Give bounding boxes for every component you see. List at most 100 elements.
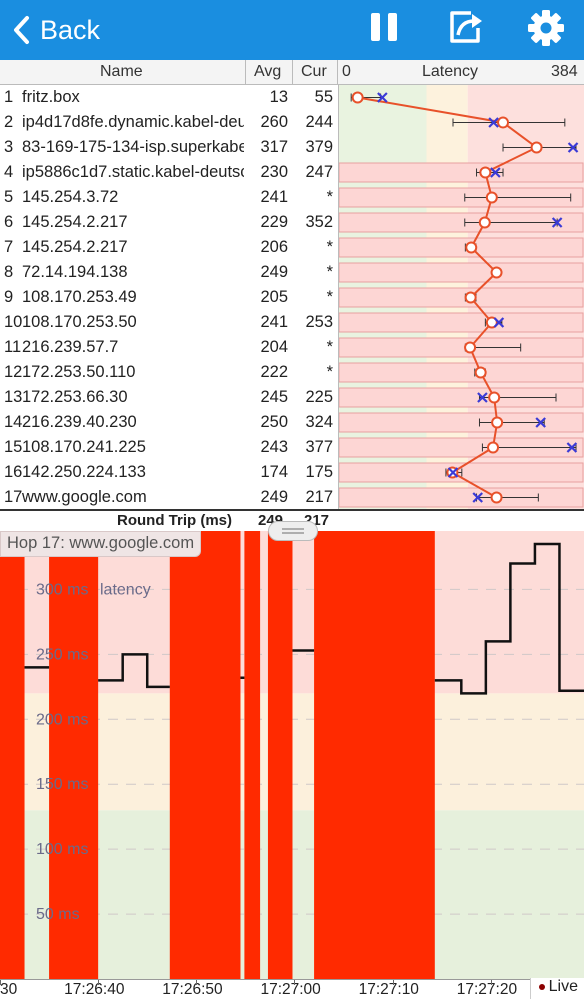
hop-avg-latency: 317 (260, 138, 288, 156)
latency-max-label: 384 (551, 63, 578, 80)
column-header-cur[interactable]: Cur (301, 63, 327, 81)
avg-latency-marker (491, 416, 504, 429)
hop-current-latency: 377 (305, 438, 333, 456)
hop-avg-latency: 243 (260, 438, 288, 456)
hop-number: 14 (4, 413, 23, 431)
hop-hostname: 72.14.194.138 (22, 263, 128, 281)
packet-loss-row-bar (338, 412, 584, 433)
packet-loss-row-bar (338, 162, 584, 183)
hop-current-latency: 379 (305, 138, 333, 156)
hop-avg-latency: 206 (260, 238, 288, 256)
x-tick-mark (294, 980, 296, 985)
hop-current-latency: 175 (305, 463, 333, 481)
hop-number: 15 (4, 438, 23, 456)
y-tick-label: 200 ms (36, 711, 88, 728)
pause-icon (371, 13, 397, 41)
hop-number: 16 (4, 463, 23, 481)
chevron-left-icon (14, 16, 29, 44)
avg-latency-marker (465, 241, 478, 254)
hop-latency-timeline[interactable]: 300 ms latency 250 ms 200 ms 150 ms 100 ms 50 … (0, 531, 584, 979)
hop-number: 8 (4, 263, 14, 281)
latency-range-chart (338, 85, 584, 509)
x-tick-label: 17:27:10 (358, 981, 419, 998)
column-divider (337, 60, 338, 84)
hop-number: 13 (4, 388, 23, 406)
time-axis: 30 17:26:40 17:26:50 17:27:00 17:27:10 17:27:… (0, 979, 584, 1000)
column-header-name[interactable]: Name (100, 63, 143, 81)
x-tick-label: 17:26:40 (64, 981, 125, 998)
packet-loss-bar (169, 531, 241, 979)
avg-latency-marker (487, 441, 500, 454)
avg-latency-marker (485, 191, 498, 204)
gear-icon (528, 10, 564, 46)
hop-number: 3 (4, 138, 14, 156)
y-tick-label: 50 ms (36, 906, 80, 923)
hop-number: 11 (4, 338, 22, 356)
hop-hostname: ip4d17d8fe.dynamic.kabel-deutschland.de (22, 113, 244, 131)
latency-min-label: 0 (342, 63, 351, 80)
share-button[interactable] (446, 8, 486, 48)
hop-hostname: 108.170.253.49 (22, 288, 137, 306)
packet-loss-row-bar (338, 362, 584, 383)
x-tick-label: 17:27:00 (260, 981, 321, 998)
column-header-avg[interactable]: Avg (254, 63, 281, 81)
grip-icon (282, 528, 304, 534)
avg-latency-marker (464, 341, 477, 354)
hop-number: 6 (4, 213, 14, 231)
hop-number: 12 (4, 363, 23, 381)
x-tick-label: 17:26:50 (162, 981, 223, 998)
hop-hostname: ip5886c1d7.static.kabel-deutschland.de (22, 163, 244, 181)
pause-button[interactable] (366, 8, 406, 48)
hop-current-latency: 253 (305, 313, 333, 331)
hop-hostname: 142.250.224.133 (22, 463, 146, 481)
hop-number: 4 (4, 163, 14, 181)
hop-hostname: 216.239.57.7 (22, 338, 119, 356)
x-tick-mark (98, 980, 100, 985)
avg-latency-marker (490, 266, 503, 279)
hop-hostname: 108.170.253.50 (22, 313, 137, 331)
live-button[interactable]: Live (529, 978, 584, 999)
hop-hostname: 108.170.241.225 (22, 438, 146, 456)
packet-loss-row-bar (338, 337, 584, 358)
hop-hostname: 172.253.66.30 (22, 388, 128, 406)
hop-avg-latency: 174 (260, 463, 288, 481)
resize-handle[interactable] (268, 521, 318, 541)
packet-loss-bar (314, 531, 435, 979)
avg-latency-marker (490, 491, 503, 504)
y-tick-label: 150 ms (36, 776, 88, 793)
x-tick-mark (0, 980, 1, 985)
packet-loss-row-bar (338, 312, 584, 333)
avg-latency-marker (497, 116, 510, 129)
settings-button[interactable] (526, 8, 566, 48)
column-divider (292, 60, 293, 84)
hop-hostname: 145.254.3.72 (22, 188, 119, 206)
hop-current-latency: 244 (305, 113, 333, 131)
column-header-latency[interactable]: Latency (422, 63, 478, 81)
hop-avg-latency: 205 (260, 288, 288, 306)
hop-current-latency: * (326, 263, 333, 281)
avg-latency-marker (478, 216, 491, 229)
hop-current-latency: * (326, 363, 333, 381)
avg-latency-marker (488, 391, 501, 404)
back-button[interactable]: Back (12, 8, 100, 52)
hop-number: 10 (4, 313, 23, 331)
packet-loss-bar (244, 531, 261, 979)
hop-current-latency: * (326, 238, 333, 256)
hop-current-latency: 225 (305, 388, 333, 406)
hop-current-latency: 352 (305, 213, 333, 231)
round-trip-label: Round Trip (ms) (117, 512, 232, 529)
hop-avg-latency: 249 (260, 263, 288, 281)
hop-avg-latency: 229 (260, 213, 288, 231)
avg-latency-marker (464, 291, 477, 304)
hop-avg-latency: 222 (260, 363, 288, 381)
avg-latency-marker (479, 166, 492, 179)
hop-avg-latency: 245 (260, 388, 288, 406)
hop-avg-latency: 13 (269, 88, 288, 106)
hop-current-latency: 217 (305, 488, 333, 506)
packet-loss-row-bar (338, 287, 584, 308)
x-tick-mark (490, 980, 492, 985)
hop-current-latency: * (326, 338, 333, 356)
hop-number: 2 (4, 113, 14, 131)
hop-number: 7 (4, 238, 14, 256)
hop-hostname: 145.254.2.217 (22, 238, 128, 256)
